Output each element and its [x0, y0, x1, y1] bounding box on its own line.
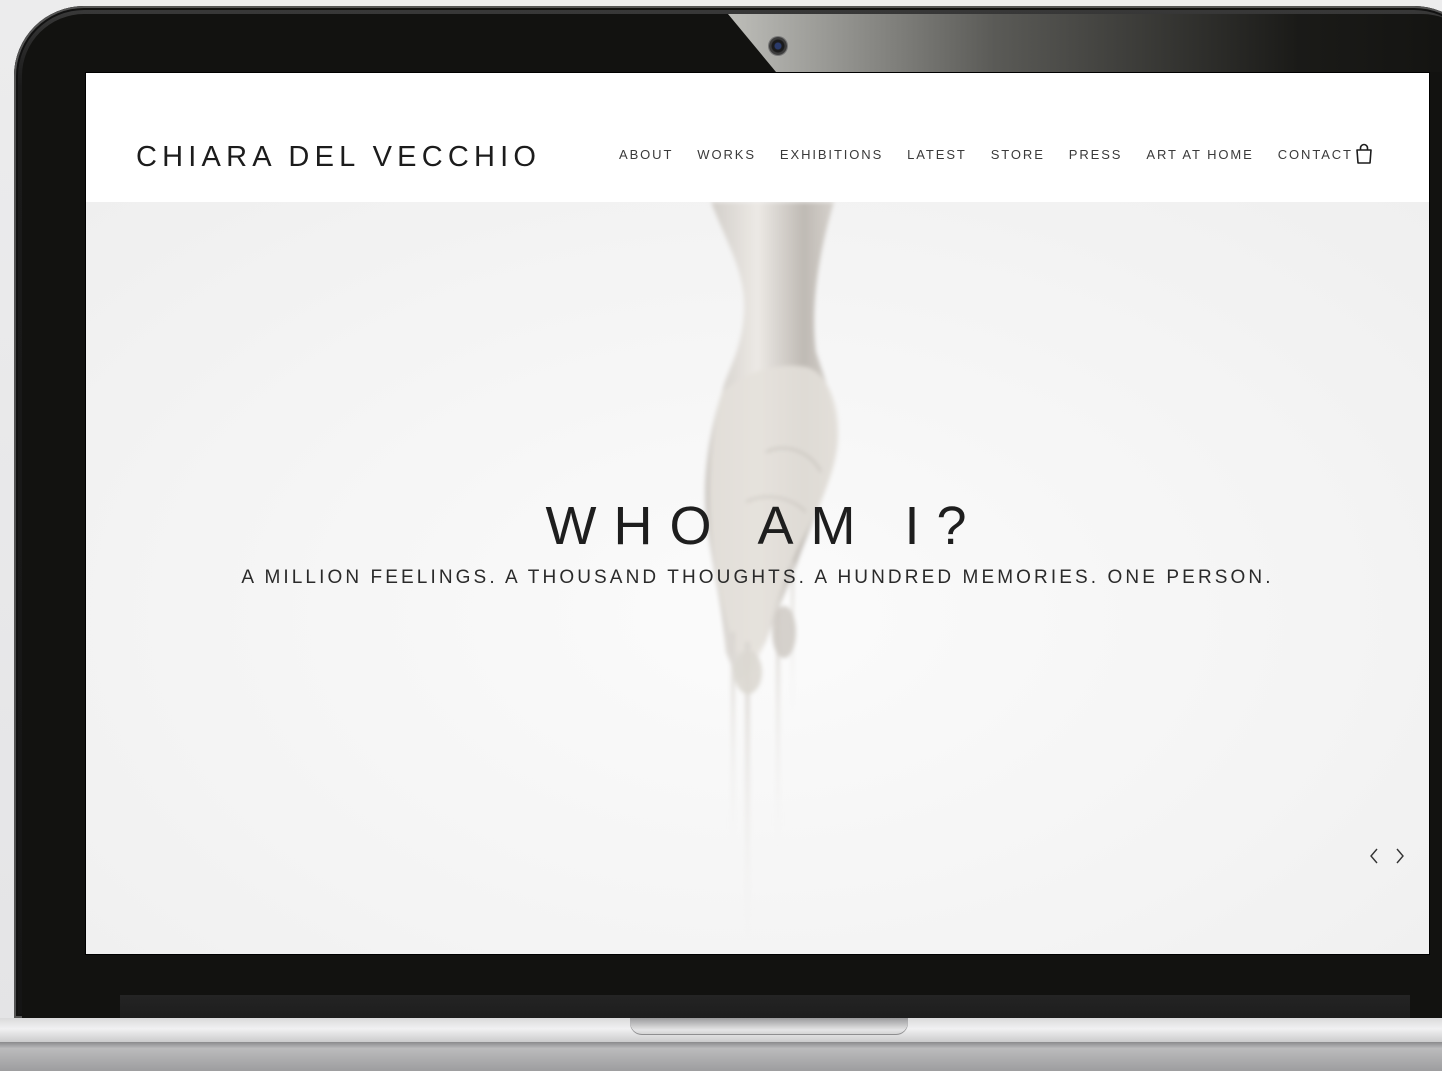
laptop-mockup: CHIARA DEL VECCHIO ABOUT WORKS EXHIBITIO…	[0, 0, 1442, 1071]
laptop-screen: CHIARA DEL VECCHIO ABOUT WORKS EXHIBITIO…	[86, 73, 1429, 954]
nav-item-art-at-home[interactable]: ART AT HOME	[1146, 147, 1253, 162]
shopping-bag-icon[interactable]	[1354, 143, 1374, 165]
nav-item-exhibitions[interactable]: EXHIBITIONS	[780, 147, 883, 162]
nav-item-contact[interactable]: CONTACT	[1278, 147, 1353, 162]
bezel-reflection	[728, 14, 1442, 72]
nav-item-about[interactable]: ABOUT	[619, 147, 673, 162]
nav-item-press[interactable]: PRESS	[1069, 147, 1123, 162]
chevron-left-icon[interactable]	[1368, 847, 1380, 865]
laptop-base-edge	[0, 1042, 1442, 1048]
hero-slider: WHO AM I? A MILLION FEELINGS. A THOUSAND…	[86, 202, 1429, 954]
hero-subtitle: A MILLION FEELINGS. A THOUSAND THOUGHTS.…	[241, 567, 1274, 588]
nav-item-store[interactable]: STORE	[991, 147, 1045, 162]
slider-controls	[1368, 847, 1406, 865]
hero-title: WHO AM I?	[545, 496, 984, 557]
nav-item-latest[interactable]: LATEST	[907, 147, 967, 162]
chevron-right-icon[interactable]	[1394, 847, 1406, 865]
webcam-icon	[769, 37, 787, 55]
main-nav: ABOUT WORKS EXHIBITIONS LATEST STORE PRE…	[619, 147, 1377, 162]
laptop-hinge-notch	[630, 1018, 908, 1035]
bezel-bottom	[120, 995, 1410, 1019]
site-header: CHIARA DEL VECCHIO ABOUT WORKS EXHIBITIO…	[86, 73, 1429, 202]
site-logo[interactable]: CHIARA DEL VECCHIO	[136, 141, 541, 174]
nav-item-works[interactable]: WORKS	[697, 147, 756, 162]
